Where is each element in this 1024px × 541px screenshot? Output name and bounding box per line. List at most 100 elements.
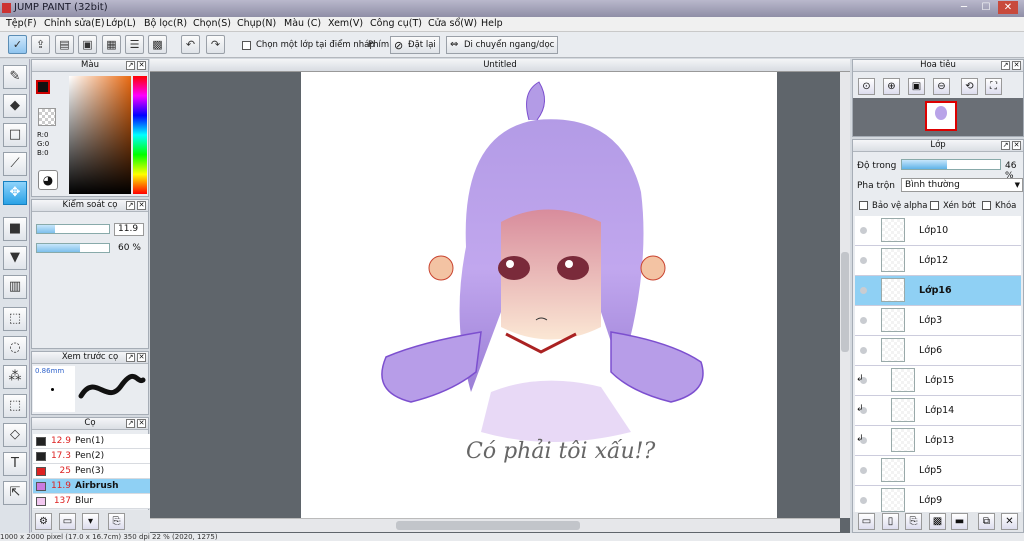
new-layer-icon[interactable]: ▭	[858, 513, 875, 530]
vertical-scroll-thumb[interactable]	[841, 252, 849, 352]
brush-item[interactable]: 11.9 Airbrush	[33, 479, 163, 494]
menu-help[interactable]: Help	[481, 18, 503, 29]
brush-item[interactable]: 25 Pen(3)	[33, 464, 163, 479]
eraser-tool-icon[interactable]: ◆	[3, 94, 27, 118]
rotate-icon[interactable]: ⟲	[961, 78, 978, 95]
palette-icon[interactable]: ◕	[38, 170, 58, 190]
undock-icon[interactable]: ↗	[1001, 61, 1010, 70]
menu-tools[interactable]: Công cụ(T)	[370, 18, 422, 29]
document-icon[interactable]: ▦	[102, 35, 121, 54]
magic-wand-icon[interactable]: ⁂	[3, 365, 27, 389]
close-panel-icon[interactable]: ✕	[137, 353, 146, 362]
brush-item[interactable]: 12.9 Pen(1)	[33, 434, 163, 449]
operation-tool-icon[interactable]: ⇱	[3, 481, 27, 505]
fill-rect-icon[interactable]: ■	[3, 217, 27, 241]
saturation-value-picker[interactable]	[69, 76, 131, 194]
new-vector-layer-icon[interactable]: ▯	[882, 513, 899, 530]
hue-slider[interactable]	[133, 76, 147, 194]
new-brush-icon[interactable]: ▭	[59, 513, 76, 530]
clipping-checkbox[interactable]	[930, 201, 939, 210]
layer-item[interactable]: ↲ Lớp15	[855, 366, 1021, 396]
layer-item[interactable]: Lớp16	[855, 276, 1021, 306]
list-icon[interactable]: ☰	[125, 35, 144, 54]
brush-item[interactable]: 17.3 Pen(2)	[33, 449, 163, 464]
layer-item[interactable]: ↲ Lớp13	[855, 426, 1021, 456]
bucket-icon[interactable]: ▼	[3, 246, 27, 270]
close-panel-icon[interactable]: ✕	[137, 61, 146, 70]
blend-mode-select[interactable]: Bình thường ▼	[901, 178, 1023, 192]
close-panel-icon[interactable]: ✕	[137, 419, 146, 428]
reset-button[interactable]: ⊘ Đặt lại	[390, 36, 440, 54]
layer-item[interactable]: Lớp9	[855, 486, 1021, 512]
visibility-icon[interactable]	[860, 227, 867, 234]
vertical-scrollbar[interactable]	[840, 72, 850, 518]
line-tool-icon[interactable]: ⟋	[3, 152, 27, 176]
redo-icon[interactable]: ↷	[206, 35, 225, 54]
navigator-view[interactable]	[853, 98, 1023, 136]
horizontal-scrollbar[interactable]	[150, 518, 840, 532]
visibility-icon[interactable]	[860, 497, 867, 504]
select-rect-icon[interactable]: ⬚	[3, 307, 27, 331]
layer-item[interactable]: Lớp12	[855, 246, 1021, 276]
close-button[interactable]: ✕	[998, 1, 1018, 14]
undo-icon[interactable]: ↶	[181, 35, 200, 54]
move-tool-icon[interactable]: ✥	[3, 181, 27, 205]
zoom-in-icon[interactable]: ⊕	[883, 78, 900, 95]
foreground-color-swatch[interactable]	[36, 80, 50, 94]
brush-menu-icon[interactable]: ▾	[82, 513, 99, 530]
menu-select[interactable]: Chọn(S)	[193, 18, 231, 29]
close-panel-icon[interactable]: ✕	[137, 201, 146, 210]
rectangle-select-icon[interactable]: □	[3, 123, 27, 147]
undock-icon[interactable]: ↗	[1001, 141, 1010, 150]
menu-layer[interactable]: Lớp(L)	[106, 18, 136, 29]
transparent-color-swatch[interactable]	[38, 108, 56, 126]
brush-settings-icon[interactable]: ⚙	[35, 513, 52, 530]
visibility-icon[interactable]	[860, 287, 867, 294]
menu-window[interactable]: Cửa sổ(W)	[428, 18, 477, 29]
layer-item[interactable]: ↲ Lớp14	[855, 396, 1021, 426]
undock-icon[interactable]: ↗	[126, 419, 135, 428]
select-eraser-icon[interactable]: ◇	[3, 423, 27, 447]
navigator-viewport[interactable]	[925, 101, 957, 131]
new-folder-icon[interactable]: ▬	[951, 513, 968, 530]
brush-opacity-slider[interactable]	[36, 243, 110, 253]
copy-layer-icon[interactable]: ⎘	[905, 513, 922, 530]
zoom-fit-icon[interactable]: ⊙	[858, 78, 875, 95]
menu-view[interactable]: Xem(V)	[328, 18, 363, 29]
brush-size-slider[interactable]	[36, 224, 110, 234]
visibility-icon[interactable]	[860, 257, 867, 264]
document-tab[interactable]: Untitled	[150, 59, 850, 72]
gradient-icon[interactable]: ▥	[3, 275, 27, 299]
close-panel-icon[interactable]: ✕	[1012, 61, 1021, 70]
comment-icon[interactable]: ▤	[55, 35, 74, 54]
visibility-icon[interactable]	[860, 317, 867, 324]
brush-copy-icon[interactable]: ⎘	[108, 513, 125, 530]
delete-layer-icon[interactable]: ✕	[1001, 513, 1018, 530]
layer-mask-icon[interactable]: ▩	[929, 513, 946, 530]
zoom-actual-icon[interactable]: ▣	[908, 78, 925, 95]
brush-size-input[interactable]: 11.9	[114, 223, 144, 236]
brush-item[interactable]: 137 Blur	[33, 494, 163, 509]
maximize-button[interactable]: ☐	[976, 1, 996, 14]
menu-color[interactable]: Màu (C)	[284, 18, 321, 29]
minimize-button[interactable]: ─	[954, 1, 974, 14]
select-pen-icon[interactable]: ⬚	[3, 394, 27, 418]
protect-alpha-checkbox[interactable]	[859, 201, 868, 210]
layer-item[interactable]: Lớp5	[855, 456, 1021, 486]
menu-edit[interactable]: Chỉnh sửa(E)	[44, 18, 105, 29]
flip-button[interactable]: ⇔ Di chuyển ngang/dọc	[446, 36, 559, 54]
undock-icon[interactable]: ↗	[126, 353, 135, 362]
layer-opacity-slider[interactable]	[901, 159, 1001, 170]
drawing-canvas[interactable]: Có phải tôi xấu!?	[301, 72, 777, 518]
message-icon[interactable]: ▣	[78, 35, 97, 54]
menu-file[interactable]: Tệp(F)	[6, 18, 37, 29]
undock-icon[interactable]: ↗	[126, 201, 135, 210]
text-tool-icon[interactable]: T	[3, 452, 27, 476]
menu-capture[interactable]: Chụp(N)	[237, 18, 276, 29]
visibility-icon[interactable]	[860, 467, 867, 474]
close-panel-icon[interactable]: ✕	[1012, 141, 1021, 150]
zoom-out-icon[interactable]: ⊖	[933, 78, 950, 95]
visibility-icon[interactable]	[860, 347, 867, 354]
menu-filter[interactable]: Bộ lọc(R)	[144, 18, 187, 29]
undock-icon[interactable]: ↗	[126, 61, 135, 70]
